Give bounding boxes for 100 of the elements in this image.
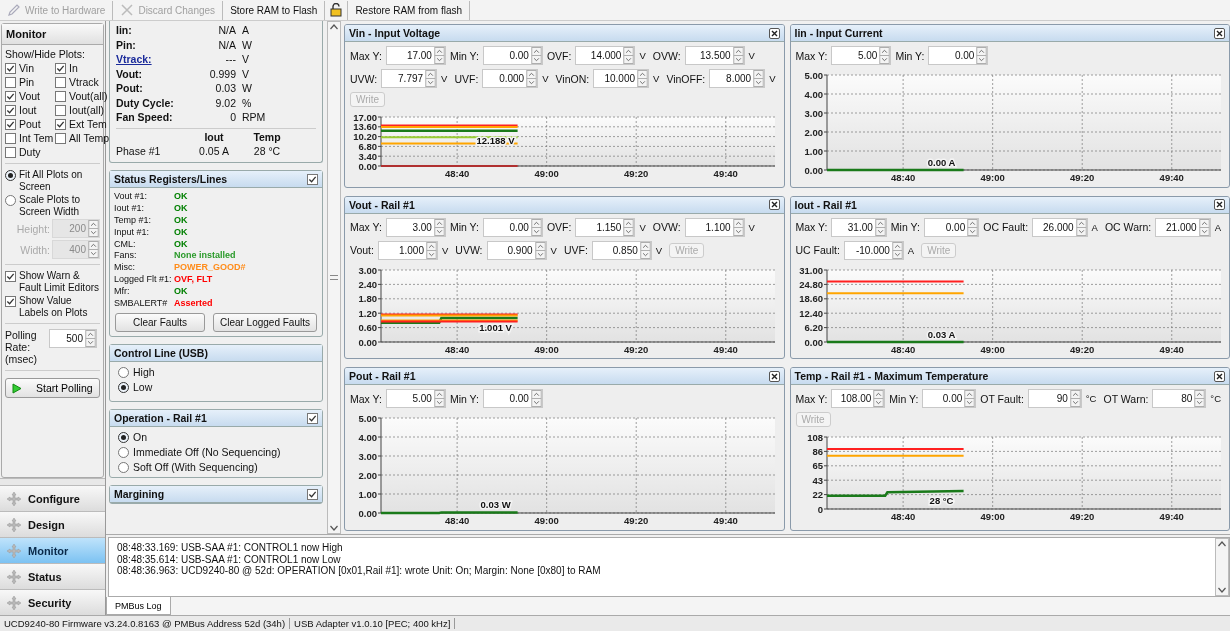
- number-field[interactable]: 8.000: [709, 69, 766, 88]
- spin-arrows-icon[interactable]: [425, 241, 437, 259]
- number-field[interactable]: 14.000: [575, 46, 636, 65]
- checkbox-label[interactable]: Int Tem: [19, 132, 54, 144]
- checkbox[interactable]: [55, 77, 66, 88]
- checkbox[interactable]: [55, 105, 66, 116]
- spin-arrows-icon[interactable]: [433, 47, 445, 64]
- spin-arrows-icon[interactable]: [530, 218, 542, 236]
- checkbox-label[interactable]: Iout(all): [69, 104, 104, 116]
- scroll-down-icon[interactable]: [1218, 587, 1226, 593]
- number-field[interactable]: 0.00: [928, 46, 989, 65]
- checkbox[interactable]: [55, 133, 66, 144]
- radio-button[interactable]: [118, 447, 129, 459]
- store-button[interactable]: Store RAM to Flash: [223, 0, 326, 20]
- number-field[interactable]: 13.500: [684, 46, 745, 65]
- spin-arrows-icon[interactable]: [1075, 218, 1087, 236]
- spin-arrows-icon[interactable]: [879, 47, 891, 64]
- padlock-icon[interactable]: [330, 3, 343, 17]
- number-field[interactable]: 31.00: [831, 217, 887, 237]
- number-field[interactable]: 5.00: [385, 389, 446, 409]
- number-field[interactable]: 5.00: [831, 46, 892, 65]
- checkbox[interactable]: [5, 63, 16, 74]
- spin-arrows-icon[interactable]: [526, 70, 538, 87]
- scroll-up-icon[interactable]: [1218, 541, 1226, 547]
- checkbox-label[interactable]: Pin: [19, 76, 35, 88]
- number-field[interactable]: 10.000: [593, 69, 650, 88]
- radio-label[interactable]: Soft Off (With Sequencing): [133, 461, 258, 474]
- radio-button[interactable]: [118, 382, 129, 394]
- radio-label[interactable]: Scale Plots to Screen Width: [19, 194, 100, 217]
- clear-button[interactable]: Clear Faults: [115, 313, 205, 333]
- nav-button[interactable]: Status: [0, 563, 105, 589]
- spin-arrows-icon[interactable]: [1194, 390, 1206, 408]
- checkbox-label[interactable]: Vout: [19, 90, 41, 102]
- checkbox[interactable]: [307, 413, 318, 425]
- radio-button[interactable]: [118, 367, 129, 379]
- close-icon[interactable]: [1214, 27, 1225, 39]
- checkbox[interactable]: [55, 91, 66, 102]
- log-tab[interactable]: PMBus Log: [106, 597, 171, 615]
- close-icon[interactable]: [768, 27, 780, 39]
- spin-arrows-icon[interactable]: [964, 390, 976, 408]
- number-field[interactable]: 0.00: [922, 389, 977, 409]
- spin-arrows-icon[interactable]: [873, 390, 885, 408]
- checkbox[interactable]: [307, 489, 318, 501]
- number-field[interactable]: 7.797: [381, 69, 438, 88]
- checkbox-label[interactable]: Duty: [19, 146, 41, 158]
- number-field[interactable]: 21.000: [1155, 217, 1211, 237]
- close-icon[interactable]: [768, 370, 780, 382]
- spin-arrows-icon[interactable]: [967, 218, 979, 236]
- checkbox-label[interactable]: Ext Tem: [69, 118, 107, 130]
- spin-arrows-icon[interactable]: [534, 241, 546, 259]
- radio-button[interactable]: [118, 462, 129, 474]
- number-field[interactable]: 26.000: [1032, 217, 1088, 237]
- close-icon[interactable]: [768, 199, 780, 211]
- number-field[interactable]: 0.900: [486, 240, 547, 260]
- checkbox-label[interactable]: Vout(all): [69, 90, 108, 102]
- spin-arrows-icon[interactable]: [637, 70, 649, 87]
- checkbox[interactable]: [307, 173, 318, 185]
- scrollbar[interactable]: [327, 21, 341, 534]
- spin-arrows-icon[interactable]: [874, 218, 886, 236]
- number-field[interactable]: 17.00: [385, 46, 446, 65]
- spin-arrows-icon[interactable]: [891, 241, 903, 259]
- nav-button[interactable]: Monitor: [0, 537, 105, 563]
- radio-label[interactable]: High: [133, 366, 155, 379]
- checkbox[interactable]: [5, 119, 16, 130]
- checkbox[interactable]: [5, 147, 16, 158]
- spin-arrows-icon[interactable]: [1069, 390, 1081, 408]
- number-field[interactable]: 0.850: [591, 240, 652, 260]
- checkbox[interactable]: [5, 133, 16, 144]
- restore-button[interactable]: Restore RAM from flash: [348, 0, 471, 20]
- radio-button[interactable]: [118, 432, 129, 444]
- number-field[interactable]: 1.000: [377, 240, 438, 260]
- number-field[interactable]: -10.000: [843, 240, 904, 260]
- reading-link[interactable]: Vtrack:: [116, 53, 186, 66]
- checkbox-label[interactable]: In: [69, 62, 78, 74]
- close-icon[interactable]: [1214, 370, 1225, 382]
- spin-arrows-icon[interactable]: [623, 47, 635, 64]
- spin-arrows-icon[interactable]: [1198, 218, 1210, 236]
- checkbox-label[interactable]: Show Warn & Fault Limit Editors: [19, 270, 100, 293]
- number-field[interactable]: 90: [1027, 389, 1082, 409]
- checkbox[interactable]: [55, 119, 66, 130]
- checkbox[interactable]: [5, 271, 16, 282]
- spin-arrows-icon[interactable]: [753, 70, 765, 87]
- spin-arrows-icon[interactable]: [732, 218, 744, 236]
- checkbox[interactable]: [5, 105, 16, 116]
- spin-arrows-icon[interactable]: [85, 330, 96, 347]
- checkbox[interactable]: [5, 91, 16, 102]
- scrollbar[interactable]: [1215, 538, 1229, 596]
- checkbox[interactable]: [5, 77, 16, 88]
- radio-button[interactable]: [5, 195, 16, 206]
- clear-button[interactable]: Clear Logged Faults: [212, 313, 317, 333]
- nav-button[interactable]: Configure: [0, 485, 105, 511]
- checkbox-label[interactable]: Show Value Labels on Plots: [19, 295, 100, 318]
- scroll-down-icon[interactable]: [330, 525, 338, 531]
- close-icon[interactable]: [1214, 199, 1225, 211]
- spin-arrows-icon[interactable]: [425, 70, 437, 87]
- number-field[interactable]: 500: [49, 329, 97, 348]
- checkbox-label[interactable]: Vtrack: [69, 76, 99, 88]
- radio-label[interactable]: Fit All Plots on Screen: [19, 169, 100, 192]
- number-field[interactable]: 1.150: [575, 217, 636, 237]
- number-field[interactable]: 0.00: [482, 389, 543, 409]
